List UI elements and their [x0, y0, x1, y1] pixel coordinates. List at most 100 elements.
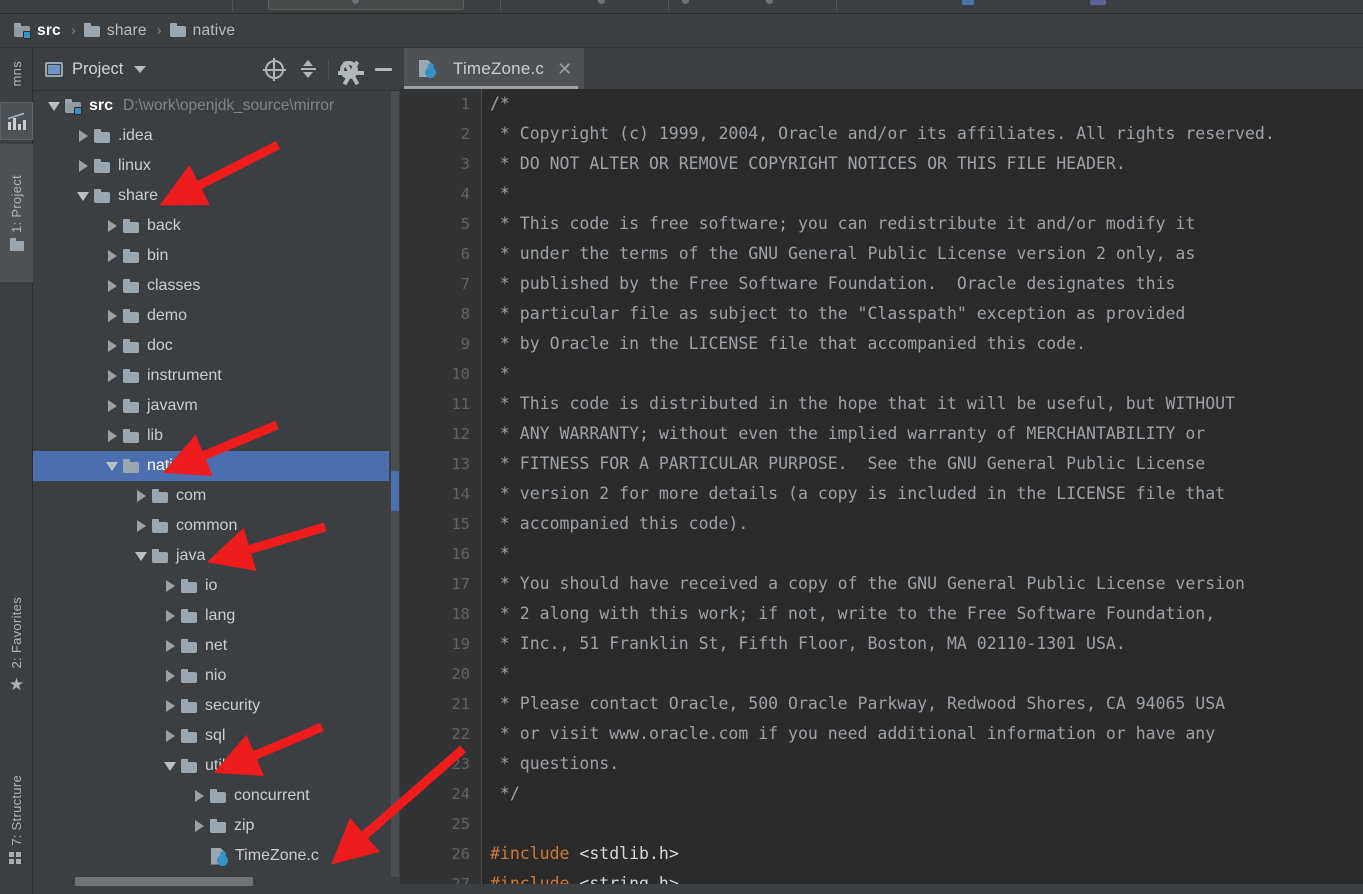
chevron-right-icon[interactable]	[159, 661, 181, 691]
tree-node-nio[interactable]: nio	[33, 661, 400, 691]
chevron-right-icon[interactable]	[130, 511, 152, 541]
code-line[interactable]: * by Oracle in the LICENSE file that acc…	[490, 329, 1363, 359]
chevron-right-icon[interactable]	[101, 271, 123, 301]
scrollbar-thumb[interactable]	[391, 471, 399, 511]
chevron-down-icon[interactable]	[159, 751, 181, 781]
tree-node-timezone-c[interactable]: TimeZone.c	[33, 841, 400, 871]
tree-node-common[interactable]: common	[33, 511, 400, 541]
chevron-down-icon[interactable]	[72, 181, 94, 211]
code-line[interactable]: *	[490, 179, 1363, 209]
code-line[interactable]: *	[490, 539, 1363, 569]
tree-node-share[interactable]: share	[33, 181, 400, 211]
tree-node-security[interactable]: security	[33, 691, 400, 721]
code-line[interactable]: *	[490, 659, 1363, 689]
chevron-down-icon[interactable]	[134, 66, 146, 73]
tree-node-com[interactable]: com	[33, 481, 400, 511]
tree-node-net[interactable]: net	[33, 631, 400, 661]
tree-node-doc[interactable]: doc	[33, 331, 400, 361]
tree-node-demo[interactable]: demo	[33, 301, 400, 331]
sidebar-tab-favorites[interactable]: 2: Favorites ★	[0, 578, 33, 718]
tree-node--idea[interactable]: .idea	[33, 121, 400, 151]
chevron-right-icon[interactable]	[188, 811, 210, 841]
code-line[interactable]: * questions.	[490, 749, 1363, 779]
tree-node-classes[interactable]: classes	[33, 271, 400, 301]
chevron-down-icon[interactable]	[43, 91, 65, 121]
close-icon[interactable]: ✕	[557, 60, 572, 78]
chevron-down-icon[interactable]	[101, 451, 123, 481]
tree-node-linux[interactable]: linux	[33, 151, 400, 181]
tree-node-zip[interactable]: zip	[33, 811, 400, 841]
settings-button[interactable]	[332, 48, 366, 91]
code-line[interactable]: * 2 along with this work; if not, write …	[490, 599, 1363, 629]
chevron-down-icon[interactable]	[130, 541, 152, 571]
code-line[interactable]: */	[490, 779, 1363, 809]
project-tree[interactable]: srcD:\work\openjdk_source\mirror.idealin…	[33, 91, 400, 886]
chevron-right-icon[interactable]	[72, 121, 94, 151]
tree-node-bin[interactable]: bin	[33, 241, 400, 271]
code-line[interactable]: * published by the Free Software Foundat…	[490, 269, 1363, 299]
tree-node-lang[interactable]: lang	[33, 601, 400, 631]
tree-node-native[interactable]: native	[33, 451, 400, 481]
chevron-right-icon[interactable]	[101, 331, 123, 361]
chevron-right-icon[interactable]	[159, 721, 181, 751]
chevron-right-icon[interactable]	[101, 241, 123, 271]
breadcrumb-item-share[interactable]: share	[84, 14, 147, 47]
chevron-right-icon[interactable]	[72, 151, 94, 181]
tree-node-io[interactable]: io	[33, 571, 400, 601]
code-line[interactable]: * Please contact Oracle, 500 Oracle Park…	[490, 689, 1363, 719]
chevron-right-icon[interactable]	[159, 691, 181, 721]
collapse-all-button[interactable]	[291, 48, 325, 91]
toolbar-combo-field[interactable]	[268, 0, 464, 10]
toolbar-tool-icon[interactable]	[1090, 0, 1106, 5]
editor-tab-timezone-c[interactable]: TimeZone.c ✕	[404, 48, 584, 89]
tree-node-instrument[interactable]: instrument	[33, 361, 400, 391]
tree-vertical-scrollbar[interactable]	[389, 91, 400, 886]
code-line[interactable]: * particular file as subject to the "Cla…	[490, 299, 1363, 329]
tree-node-back[interactable]: back	[33, 211, 400, 241]
breadcrumb-item-native[interactable]: native	[170, 14, 236, 47]
sidebar-tab-structure[interactable]: 7: Structure	[0, 753, 33, 893]
code-line[interactable]: #include <stdlib.h>	[490, 839, 1363, 869]
locate-button[interactable]	[257, 48, 291, 91]
code-line[interactable]: * Copyright (c) 1999, 2004, Oracle and/o…	[490, 119, 1363, 149]
chevron-right-icon[interactable]	[101, 361, 123, 391]
code-line[interactable]: * This code is distributed in the hope t…	[490, 389, 1363, 419]
tree-node-java[interactable]: java	[33, 541, 400, 571]
sidebar-tab-chart[interactable]	[0, 102, 33, 140]
tree-horizontal-scrollbar-thumb[interactable]	[75, 877, 253, 886]
tree-node-sql[interactable]: sql	[33, 721, 400, 751]
tree-node-concurrent[interactable]: concurrent	[33, 781, 400, 811]
hide-panel-button[interactable]	[366, 48, 400, 91]
code-line[interactable]: * under the terms of the GNU General Pub…	[490, 239, 1363, 269]
code-line[interactable]: * FITNESS FOR A PARTICULAR PURPOSE. See …	[490, 449, 1363, 479]
code-line[interactable]: /*	[490, 89, 1363, 119]
chevron-right-icon[interactable]	[101, 301, 123, 331]
code-line[interactable]: * version 2 for more details (a copy is …	[490, 479, 1363, 509]
chevron-right-icon[interactable]	[130, 481, 152, 511]
code-line[interactable]: * or visit www.oracle.com if you need ad…	[490, 719, 1363, 749]
code-line[interactable]	[490, 809, 1363, 839]
chevron-right-icon[interactable]	[159, 601, 181, 631]
code-viewport[interactable]: 1234567891011121314151617181920212223242…	[400, 89, 1363, 894]
sidebar-tab-project[interactable]: 1: Project	[0, 144, 33, 282]
code-line[interactable]: * You should have received a copy of the…	[490, 569, 1363, 599]
sidebar-tab-cutoff[interactable]: mns	[0, 48, 33, 100]
chevron-right-icon[interactable]	[101, 391, 123, 421]
code-line[interactable]: * accompanied this code).	[490, 509, 1363, 539]
code-line[interactable]: *	[490, 359, 1363, 389]
tree-node-javavm[interactable]: javavm	[33, 391, 400, 421]
chevron-right-icon[interactable]	[101, 211, 123, 241]
chevron-right-icon[interactable]	[159, 571, 181, 601]
toolbar-run-icon[interactable]	[962, 0, 974, 5]
chevron-right-icon[interactable]	[159, 631, 181, 661]
chevron-right-icon[interactable]	[188, 781, 210, 811]
chevron-right-icon[interactable]	[101, 421, 123, 451]
code-line[interactable]: * Inc., 51 Franklin St, Fifth Floor, Bos…	[490, 629, 1363, 659]
code-line[interactable]: * DO NOT ALTER OR REMOVE COPYRIGHT NOTIC…	[490, 149, 1363, 179]
tree-node-util[interactable]: util	[33, 751, 400, 781]
tree-node-lib[interactable]: lib	[33, 421, 400, 451]
code-text[interactable]: /* * Copyright (c) 1999, 2004, Oracle an…	[490, 89, 1363, 894]
tree-node-src[interactable]: srcD:\work\openjdk_source\mirror	[33, 91, 400, 121]
code-line[interactable]: * ANY WARRANTY; without even the implied…	[490, 419, 1363, 449]
code-line[interactable]: * This code is free software; you can re…	[490, 209, 1363, 239]
